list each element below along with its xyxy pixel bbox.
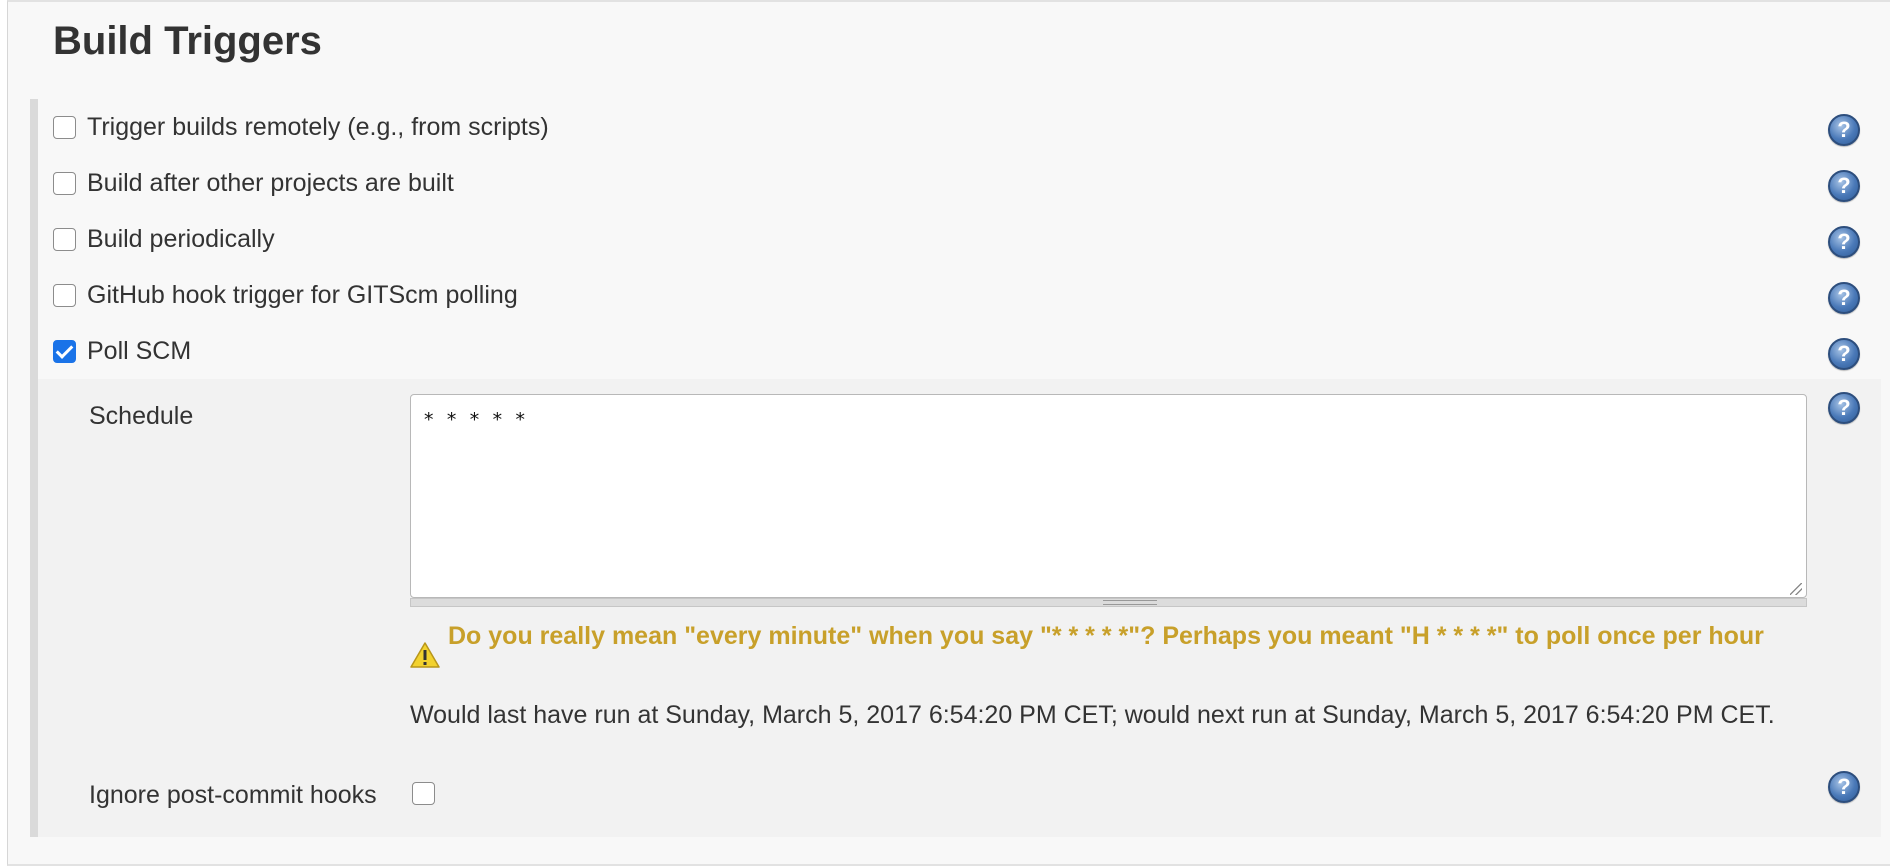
- trigger-row-remote: Trigger builds remotely (e.g., from scri…: [38, 99, 1889, 155]
- poll-scm-options: Schedule * * * * * ? Do you really mean …: [38, 379, 1881, 837]
- trigger-poll-scm-label[interactable]: Poll SCM: [87, 336, 191, 366]
- trigger-periodically-label[interactable]: Build periodically: [87, 224, 275, 254]
- trigger-after-other-label[interactable]: Build after other projects are built: [87, 168, 454, 198]
- trigger-remote-checkbox[interactable]: [53, 116, 76, 139]
- warning-text: Do you really mean "every minute" when y…: [448, 622, 1764, 650]
- build-triggers-panel: Build Triggers Trigger builds remotely (…: [7, 0, 1890, 866]
- help-icon[interactable]: ?: [1828, 392, 1860, 424]
- trigger-after-other-checkbox[interactable]: [53, 172, 76, 195]
- section-title: Build Triggers: [53, 19, 322, 63]
- schedule-textarea[interactable]: * * * * *: [410, 394, 1807, 598]
- help-icon[interactable]: ?: [1828, 771, 1860, 803]
- help-icon[interactable]: ?: [1828, 114, 1860, 146]
- help-icon[interactable]: ?: [1828, 338, 1860, 370]
- trigger-row-after-other: Build after other projects are built ?: [38, 155, 1889, 211]
- trigger-row-poll-scm: Poll SCM ?: [38, 323, 1889, 379]
- trigger-github-hook-label[interactable]: GitHub hook trigger for GITScm polling: [87, 280, 518, 310]
- resize-corner-icon[interactable]: [1790, 583, 1802, 595]
- ignore-hooks-label: Ignore post-commit hooks: [89, 781, 377, 809]
- trigger-row-periodically: Build periodically ?: [38, 211, 1889, 267]
- trigger-periodically-checkbox[interactable]: [53, 228, 76, 251]
- trigger-row-github-hook: GitHub hook trigger for GITScm polling ?: [38, 267, 1889, 323]
- trigger-remote-label[interactable]: Trigger builds remotely (e.g., from scri…: [87, 112, 549, 142]
- help-icon[interactable]: ?: [1828, 170, 1860, 202]
- trigger-poll-scm-checkbox[interactable]: [53, 340, 76, 363]
- schedule-info: Would last have run at Sunday, March 5, …: [410, 701, 1775, 729]
- warning-icon: [410, 642, 440, 668]
- help-icon[interactable]: ?: [1828, 226, 1860, 258]
- grip-icon: [1103, 600, 1157, 605]
- triggers-section: Trigger builds remotely (e.g., from scri…: [30, 99, 1881, 837]
- schedule-label: Schedule: [89, 402, 194, 430]
- ignore-hooks-checkbox[interactable]: [412, 782, 435, 805]
- textarea-resize-handle[interactable]: [410, 598, 1807, 607]
- help-icon[interactable]: ?: [1828, 282, 1860, 314]
- trigger-github-hook-checkbox[interactable]: [53, 284, 76, 307]
